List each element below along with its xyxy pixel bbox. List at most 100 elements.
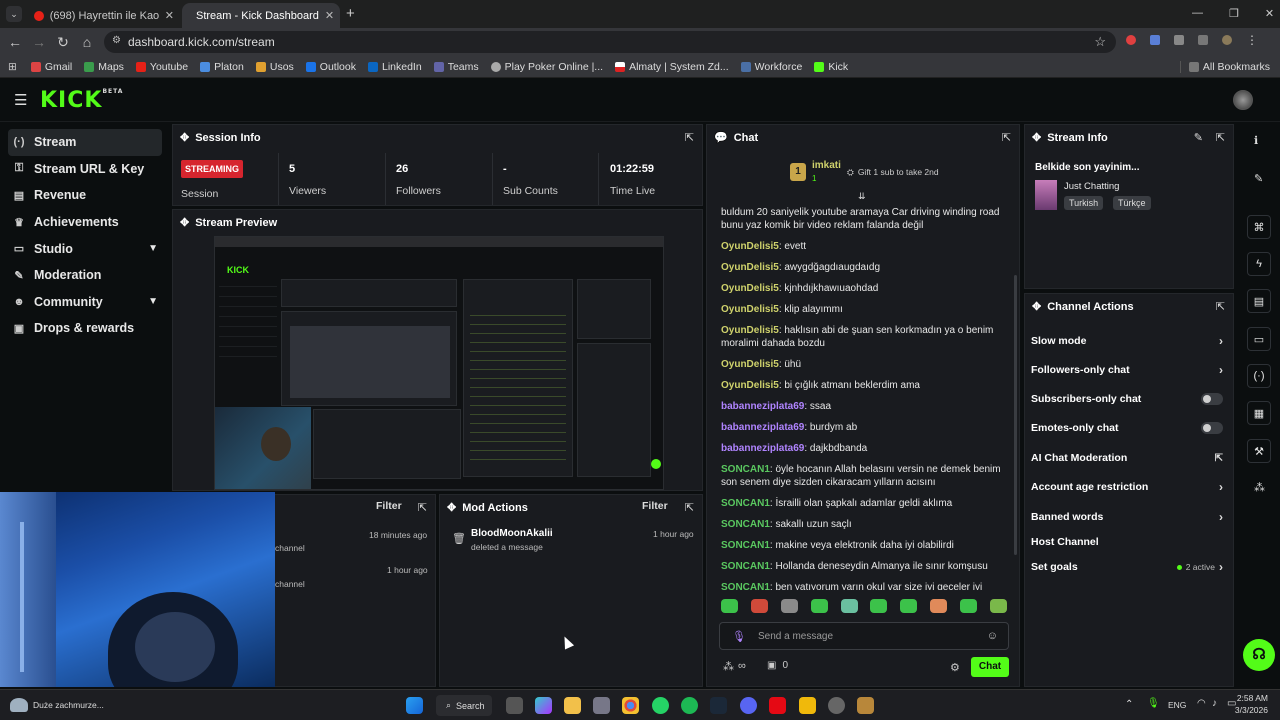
pinned-user[interactable]: imkati (812, 160, 841, 171)
chrome-icon[interactable] (622, 697, 639, 714)
bookmark-workforce[interactable]: Workforce (740, 61, 802, 73)
filter-button[interactable]: Filter (642, 500, 668, 512)
bookmark-almaty[interactable]: Almaty | System Zd... (615, 61, 729, 73)
chat-bubble-icon[interactable]: ▭ (1247, 327, 1271, 351)
league-icon[interactable] (857, 697, 874, 714)
emote-icon[interactable] (930, 599, 948, 613)
reload-icon[interactable]: ↻ (51, 34, 75, 51)
bookmark-linkedin[interactable]: LinkedIn (367, 61, 422, 73)
subscribers-only-toggle[interactable] (1201, 393, 1223, 405)
chat-message-list[interactable]: buldum 20 saniyelik youtube aramaya Car … (707, 204, 1019, 590)
forward-icon[interactable]: → (27, 34, 51, 50)
preview-video[interactable]: KICK (214, 236, 664, 490)
profile-avatar-icon[interactable] (1222, 35, 1232, 45)
emoji-picker-icon[interactable]: ☺ (987, 630, 998, 642)
edit-icon[interactable]: ✎ (1194, 131, 1203, 144)
chat-scrollbar[interactable] (1014, 275, 1017, 555)
chat-username[interactable]: OyunDelisi5 (721, 283, 779, 294)
move-icon[interactable]: ✥ (447, 501, 456, 514)
back-icon[interactable]: ← (3, 34, 27, 50)
support-chat-icon[interactable]: ☊ (1243, 639, 1275, 671)
popout-icon[interactable]: ⇱ (1216, 300, 1225, 313)
maximize-icon[interactable]: ❐ (1229, 7, 1239, 20)
bookmark-kick[interactable]: Kick (814, 61, 848, 73)
gift-sub-prompt[interactable]: ⛭ Gift 1 sub to take 2nd (847, 167, 939, 178)
emote-icon[interactable] (870, 599, 888, 613)
emotes-only-toggle[interactable] (1201, 422, 1223, 434)
pencil-icon[interactable]: ✎ (1254, 172, 1263, 185)
move-icon[interactable]: ✥ (1032, 300, 1041, 313)
new-tab-icon[interactable]: + (346, 5, 355, 22)
emote-icon[interactable] (840, 599, 858, 613)
chat-username[interactable]: OyunDelisi5 (721, 325, 779, 336)
emote-icon[interactable] (780, 599, 798, 613)
tab-youtube[interactable]: (698) Hayrettin ile Kaos Show - ✕ (26, 3, 182, 28)
notes-icon[interactable]: ▤ (1247, 289, 1271, 313)
emote-icon[interactable] (750, 599, 768, 613)
broadcast-icon[interactable]: (·) (1247, 364, 1271, 388)
extensions-icon[interactable] (1174, 35, 1184, 45)
emote-icon[interactable] (900, 599, 918, 613)
pin-toggle-icon[interactable]: ⇊ (858, 191, 866, 202)
sidebar-item-drops-rewards[interactable]: ▣ Drops & rewards (8, 315, 162, 342)
sidebar-item-community[interactable]: ☻ Community ▼ (8, 289, 162, 316)
window-close-icon[interactable]: ✕ (1265, 7, 1274, 20)
sidebar-item-achievements[interactable]: ♛ Achievements (8, 209, 162, 236)
weather-icon[interactable] (10, 698, 28, 712)
chat-username[interactable]: SONCAN1 (721, 498, 770, 509)
wifi-icon[interactable]: ◠ (1197, 698, 1206, 709)
hamburger-menu-icon[interactable]: ☰ (14, 91, 28, 109)
emote-icon[interactable] (960, 599, 977, 613)
volume-icon[interactable]: ♪ (1212, 698, 1217, 709)
close-icon[interactable]: ✕ (165, 9, 174, 22)
mic-icon[interactable]: 🎙 (732, 630, 746, 643)
home-icon[interactable]: ⌂ (75, 34, 99, 50)
sidebar-item-revenue[interactable]: ▤ Revenue (8, 182, 162, 209)
tab-kick-dashboard[interactable]: Stream - Kick Dashboard ✕ (182, 3, 340, 28)
set-goals-row[interactable]: Set goals 2 active › (1031, 558, 1223, 576)
clock-time[interactable]: 2:58 AM (1236, 693, 1268, 703)
tab-groups-icon[interactable] (1198, 35, 1208, 45)
filter-button[interactable]: Filter (376, 500, 402, 512)
bookmark-teams[interactable]: Teams (433, 61, 479, 73)
tray-chevron-icon[interactable]: ⌃ (1125, 699, 1133, 710)
sidebar-item-stream[interactable]: (·) Stream (8, 129, 162, 156)
chat-username[interactable]: OyunDelisi5 (721, 304, 779, 315)
category-name[interactable]: Just Chatting (1064, 181, 1119, 192)
minimize-icon[interactable]: — (1192, 7, 1203, 20)
user-avatar[interactable] (1233, 90, 1253, 110)
emote-icon[interactable] (989, 599, 1007, 613)
emote-icon[interactable] (721, 599, 738, 613)
close-icon[interactable]: ✕ (325, 9, 334, 22)
chat-settings-icon[interactable]: ⚙ (950, 661, 960, 674)
steam-icon[interactable] (710, 697, 727, 714)
sidebar-item-stream-url-key[interactable]: ⚿ Stream URL & Key (8, 156, 162, 183)
url-input[interactable]: ⚙ dashboard.kick.com/stream ☆ (104, 31, 1116, 53)
site-info-icon[interactable]: ⚙ (112, 35, 121, 46)
windows-start-icon[interactable] (406, 697, 423, 714)
extension-red-icon[interactable] (1126, 35, 1136, 45)
chat-username[interactable]: SONCAN1 (721, 561, 770, 572)
chat-username[interactable]: SONCAN1 (721, 582, 770, 590)
chat-username[interactable]: SONCAN1 (721, 519, 770, 530)
copilot-icon[interactable] (535, 697, 552, 714)
host-channel-row[interactable]: Host Channel (1031, 533, 1223, 551)
all-bookmarks[interactable]: All Bookmarks (1179, 60, 1270, 73)
discord-icon[interactable] (740, 697, 757, 714)
bookmark-platon[interactable]: Platon (200, 61, 244, 73)
move-icon[interactable]: ✥ (180, 216, 189, 229)
mod-user[interactable]: BloodMoonAkalii (471, 528, 553, 539)
netflix-icon[interactable] (769, 697, 786, 714)
extension-translate-icon[interactable] (1150, 35, 1160, 45)
community-icon[interactable]: ⁂ (1254, 481, 1265, 494)
emote-icon[interactable] (810, 599, 828, 613)
account-age-row[interactable]: Account age restriction › (1031, 478, 1223, 496)
bolt-icon[interactable]: ϟ (1247, 252, 1271, 276)
whatsapp-icon[interactable] (652, 697, 669, 714)
mic-tray-icon[interactable]: 🎙 (1147, 698, 1160, 709)
bookmark-star-icon[interactable]: ☆ (1094, 34, 1106, 50)
bookmark-outlook[interactable]: Outlook (305, 61, 356, 73)
file-explorer-icon[interactable] (564, 697, 581, 714)
popout-icon[interactable]: ⇱ (685, 501, 694, 514)
send-chat-button[interactable]: Chat (971, 657, 1009, 677)
